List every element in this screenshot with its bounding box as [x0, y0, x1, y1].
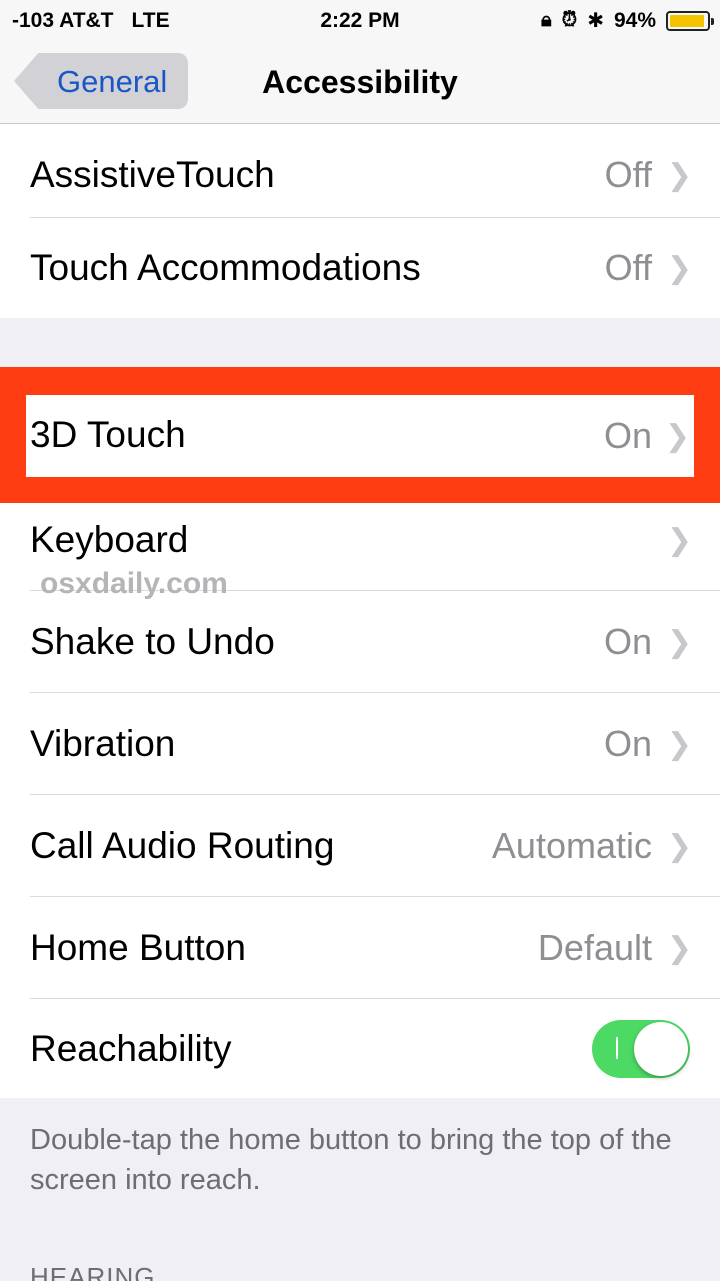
- row-value: Off: [604, 247, 652, 288]
- chevron-right-icon: ❯: [666, 727, 692, 761]
- row-call-audio-routing[interactable]: Call Audio Routing Automatic ❯: [0, 795, 720, 897]
- row-value: On: [603, 723, 652, 764]
- row-shake-to-undo[interactable]: Shake to Undo On ❯: [0, 591, 720, 693]
- row-label: 3D Touch: [30, 414, 186, 455]
- chevron-right-icon: ❯: [664, 420, 690, 453]
- watermark: osxdaily.com: [40, 567, 228, 600]
- chevron-right-icon: ❯: [666, 931, 692, 965]
- row-3d-touch[interactable]: 3D Touch On ❯: [26, 395, 694, 477]
- toggle-knob[interactable]: [634, 1021, 688, 1076]
- row-label: Shake to Undo: [30, 621, 275, 662]
- row-label: Reachability: [30, 1027, 232, 1069]
- bluetooth-icon: ✱: [587, 10, 604, 32]
- status-icons: 🔒︎ ⏰︎ ✱ 94%: [540, 8, 714, 33]
- row-label: Touch Accommodations: [30, 247, 421, 288]
- chevron-right-icon: ❯: [666, 523, 692, 557]
- chevron-right-icon: ❯: [666, 829, 692, 863]
- reachability-footnote: Double-tap the home button to bring the …: [30, 1124, 672, 1196]
- section-header-hearing: HEARING: [30, 1262, 156, 1281]
- row-label: Keyboard: [30, 519, 189, 560]
- interaction-group: AssistiveTouch Off ❯ Touch Accommodation…: [0, 124, 720, 318]
- row-value: Off: [604, 154, 652, 195]
- row-vibration[interactable]: Vibration On ❯: [0, 693, 720, 795]
- row-value: On: [603, 415, 652, 456]
- row-touch-accommodations[interactable]: Touch Accommodations Off ❯: [0, 218, 720, 318]
- chevron-right-icon: ❯: [666, 251, 692, 285]
- row-reachability: Reachability: [0, 999, 720, 1098]
- row-assistivetouch[interactable]: AssistiveTouch Off ❯: [0, 124, 720, 226]
- highlight-box: 3D Touch On ❯: [0, 367, 720, 503]
- navigation-bar: General Accessibility: [0, 40, 720, 124]
- chevron-right-icon: ❯: [666, 158, 692, 192]
- page-title: Accessibility: [262, 64, 458, 100]
- alarm-icon: ⏰︎: [561, 9, 578, 31]
- toggle-on-mark: [616, 1036, 618, 1059]
- row-value: Default: [537, 927, 652, 968]
- row-value: On: [603, 621, 652, 662]
- chevron-right-icon: ❯: [666, 625, 692, 659]
- row-label: Home Button: [30, 927, 246, 968]
- row-label: Call Audio Routing: [30, 825, 335, 866]
- row-home-button[interactable]: Home Button Default ❯: [0, 897, 720, 999]
- battery-fill: [670, 14, 704, 27]
- row-label: AssistiveTouch: [30, 154, 275, 195]
- reachability-toggle[interactable]: [592, 1019, 690, 1078]
- battery-icon: [666, 10, 714, 31]
- orientation-lock-icon: 🔒︎: [540, 9, 552, 31]
- row-value: Automatic: [491, 825, 652, 866]
- battery-percent: 94%: [613, 8, 656, 32]
- status-bar: -103 AT&T LTE 2:22 PM 🔒︎ ⏰︎ ✱ 94%: [0, 0, 720, 40]
- row-label: Vibration: [30, 723, 176, 764]
